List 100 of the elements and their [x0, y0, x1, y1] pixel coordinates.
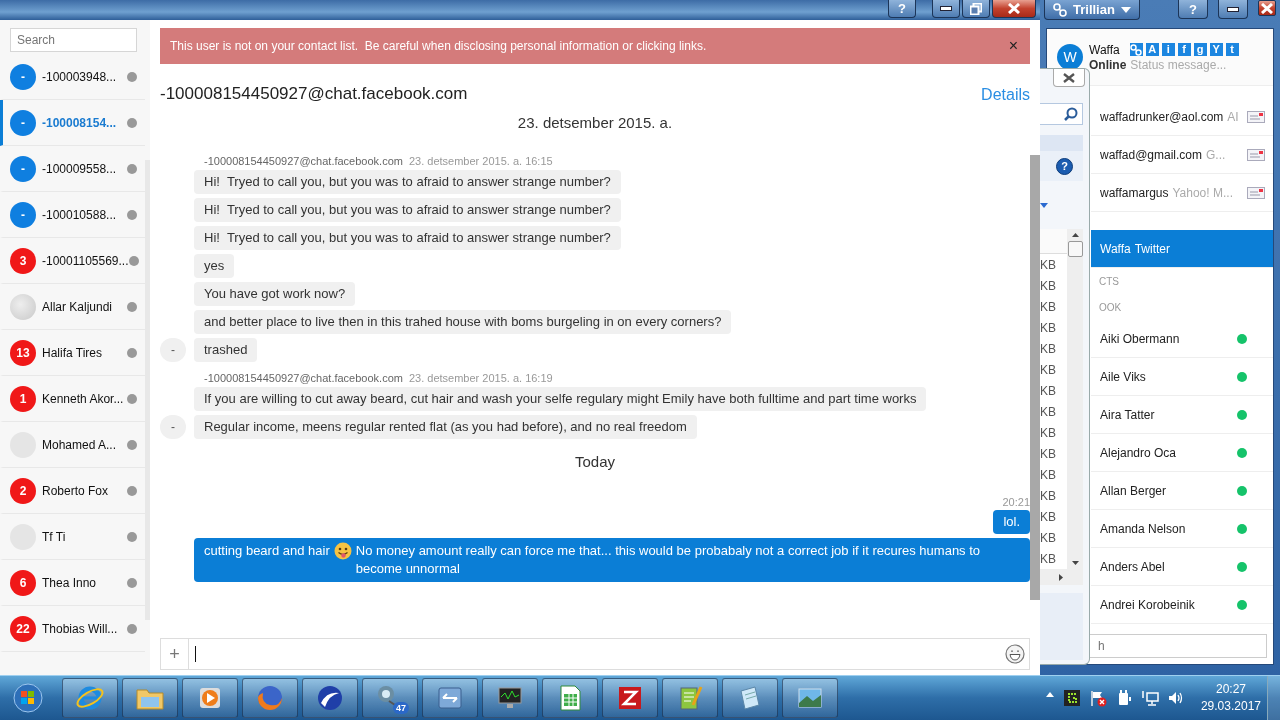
message-text: No money amount really can force me that... this would be probabaly not a correct job if it recures humans to become unnormal — [355, 542, 982, 578]
account-name: Waffa — [1100, 241, 1131, 256]
service-button[interactable] — [1129, 43, 1143, 56]
taskbar-button[interactable]: 47 — [362, 678, 418, 718]
taskbar-button[interactable] — [62, 678, 118, 718]
file-size: KB — [1040, 424, 1057, 442]
status-label[interactable]: Online — [1089, 57, 1127, 72]
status-dot — [127, 577, 137, 588]
service-button[interactable]: i — [1161, 43, 1175, 56]
contact-item[interactable]: 2 Roberto Fox — [0, 468, 145, 514]
scrollbar[interactable] — [1030, 155, 1040, 600]
taskbar-button[interactable] — [662, 678, 718, 718]
taskbar-button[interactable] — [122, 678, 178, 718]
tongue-face-icon — [333, 542, 352, 560]
contact-item[interactable]: - -100010588... — [0, 192, 145, 238]
scroll-thumb[interactable] — [1067, 241, 1083, 257]
date-divider: 23. detsember 2015. a. — [517, 114, 673, 131]
details-link[interactable]: Details — [981, 86, 1030, 104]
taskbar-button[interactable] — [422, 678, 478, 718]
text-cursor — [195, 646, 196, 662]
service-button[interactable]: Y — [1209, 43, 1223, 56]
search-field[interactable]: Search — [10, 28, 137, 52]
contact-name: Halifa Tires — [42, 345, 104, 360]
service-button[interactable]: g — [1193, 43, 1207, 56]
close-button[interactable]: × — [1006, 38, 1020, 54]
down-arrow-icon[interactable] — [1071, 561, 1079, 565]
contact-item[interactable]: 6 Thea Inno — [0, 560, 145, 606]
contact-item[interactable]: Aira Tatter — [1091, 396, 1273, 434]
contact-name: -100003948... — [42, 69, 118, 84]
message-bubble: Hi! Tryed to call you, but you was to afraid to answer strange number? — [194, 170, 621, 194]
taskbar-button[interactable] — [482, 678, 538, 718]
help-button[interactable]: ? — [1056, 157, 1073, 175]
right-arrow-icon[interactable] — [1059, 573, 1063, 581]
status-dot — [127, 209, 137, 220]
contact-item[interactable]: Allar Kaljundi — [0, 284, 145, 330]
account-item[interactable]: Waffa Twitter — [1091, 230, 1273, 268]
contact-item[interactable]: Anders Abel — [1091, 548, 1273, 586]
unread-count: 1 — [10, 385, 36, 412]
contact-name: Aile Viks — [1100, 369, 1147, 384]
service-button[interactable]: f — [1177, 43, 1191, 56]
minimize-button[interactable] — [1218, 0, 1248, 19]
app-menu-button[interactable]: Trillian — [1044, 0, 1140, 20]
account-item[interactable]: waffamargus Yahoo! M... — [1091, 174, 1273, 212]
card-icon — [1247, 110, 1265, 123]
status-dot — [127, 117, 137, 128]
contact-item[interactable]: Allan Berger — [1091, 472, 1273, 510]
show-desktop-button[interactable] — [1267, 675, 1280, 720]
up-arrow-icon[interactable] — [1071, 233, 1079, 237]
close-button[interactable] — [1258, 0, 1276, 16]
avatar: - — [10, 201, 36, 228]
caret-icon[interactable] — [1040, 202, 1048, 208]
contact-item[interactable]: - -100008154... — [0, 100, 145, 146]
close-button[interactable] — [992, 0, 1036, 18]
taskbar-button[interactable] — [722, 678, 778, 718]
account-item[interactable]: waffadrunker@aol.com AI — [1091, 98, 1273, 136]
search-field[interactable] — [1040, 103, 1083, 125]
taskbar-button[interactable] — [242, 678, 298, 718]
contact-item[interactable]: Andrei Korobeinik — [1091, 586, 1273, 624]
search-field[interactable]: h — [1087, 634, 1267, 658]
card-icon — [1247, 186, 1265, 199]
account-item[interactable]: waffad@gmail.com G... — [1091, 136, 1273, 174]
status-dot — [127, 393, 137, 404]
contact-item[interactable]: Aile Viks — [1091, 358, 1273, 396]
unread-count: 13 — [10, 339, 36, 366]
service-button[interactable]: t — [1225, 43, 1239, 56]
restore-button[interactable] — [962, 0, 990, 18]
taskbar-button[interactable] — [182, 678, 238, 718]
contact-item[interactable]: Tf Ti — [0, 514, 145, 560]
account-name: waffad@gmail.com — [1100, 147, 1202, 162]
service-button[interactable]: A — [1145, 43, 1159, 56]
taskbar-button[interactable] — [602, 678, 658, 718]
contact-item[interactable]: 1 Kenneth Akor... — [0, 376, 145, 422]
minimize-button[interactable] — [932, 0, 960, 18]
file-size: KB — [1040, 487, 1057, 505]
status-dot — [127, 71, 137, 82]
contact-item[interactable]: 13 Halifa Tires — [0, 330, 145, 376]
dotted-square-icon[interactable] — [1062, 689, 1081, 707]
warning-text: This user is not on your contact list. Be careful when disclosing personal information or clicking links. — [170, 39, 707, 53]
message-text: cutting beard and hair — [204, 542, 330, 560]
taskbar-button[interactable] — [302, 678, 358, 718]
clock[interactable]: 20:27 29.03.2017 — [1200, 681, 1261, 715]
contact-item[interactable]: 3 -10001105569... — [0, 238, 145, 284]
network-icon[interactable] — [1140, 689, 1159, 707]
flag-error-icon[interactable] — [1088, 689, 1107, 707]
card-icon — [1247, 148, 1265, 161]
scrollbar[interactable] — [1067, 229, 1083, 569]
search-icon[interactable] — [1064, 107, 1078, 121]
contact-item[interactable]: Alejandro Oca — [1091, 434, 1273, 472]
smiley-icon[interactable] — [1005, 644, 1025, 664]
contact-item[interactable]: Aiki Obermann — [1091, 320, 1273, 358]
taskbar-button[interactable] — [782, 678, 838, 718]
avatar: - — [160, 338, 186, 362]
contact-item[interactable]: - -100003948... — [0, 54, 145, 100]
status-dot — [127, 163, 137, 174]
taskbar-button[interactable] — [542, 678, 598, 718]
contact-item[interactable]: - -100009558... — [0, 146, 145, 192]
close-button[interactable] — [1053, 69, 1085, 87]
contact-item[interactable]: Amanda Nelson — [1091, 510, 1273, 548]
contact-item[interactable]: 22 Thobias Will... — [0, 606, 145, 652]
contact-item[interactable]: Mohamed A... — [0, 422, 145, 468]
